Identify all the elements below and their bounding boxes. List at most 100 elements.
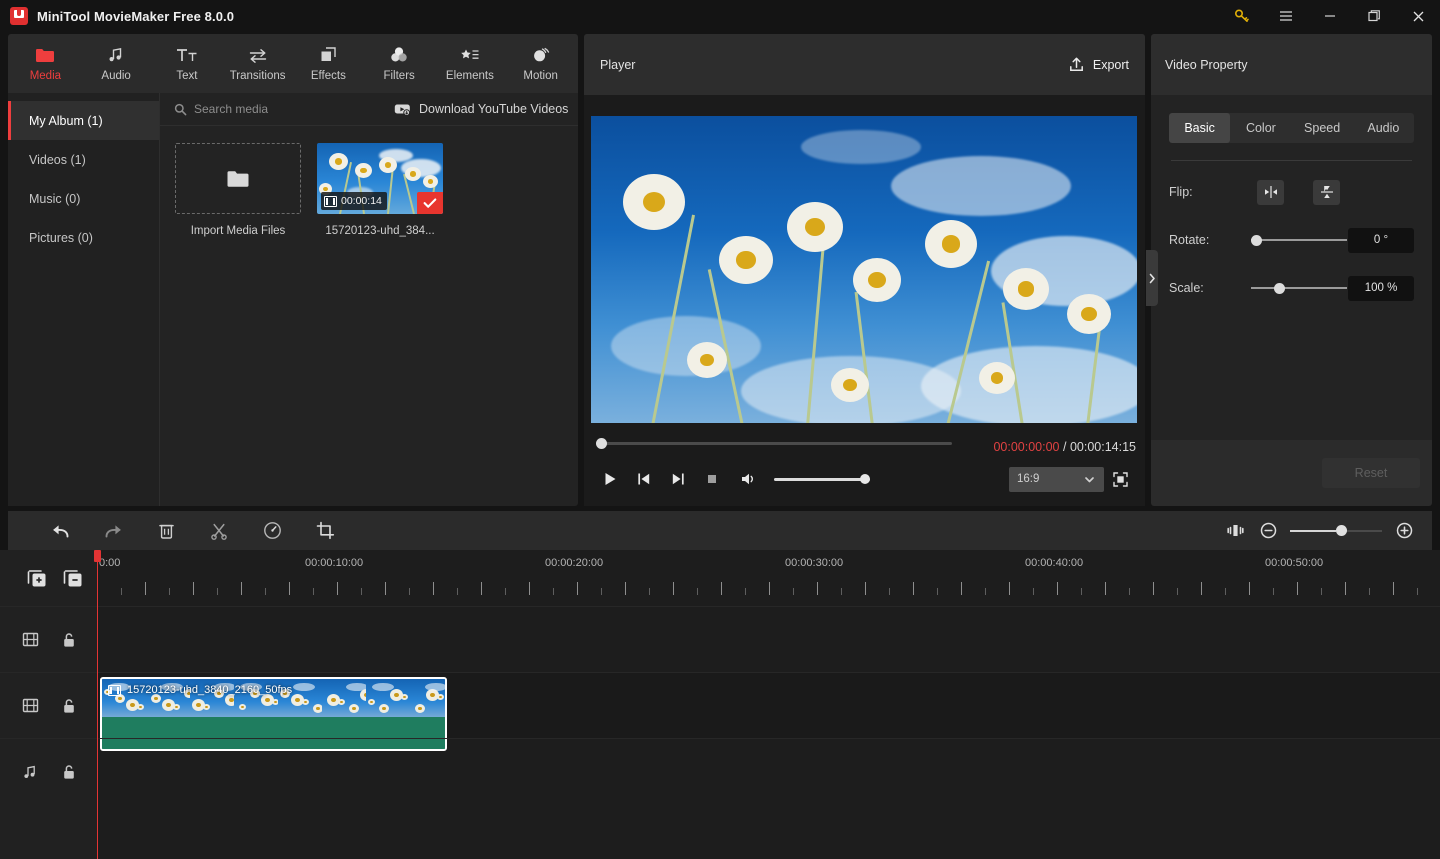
- key-icon[interactable]: [1220, 0, 1264, 32]
- fit-to-window-icon[interactable]: [1224, 520, 1246, 542]
- close-icon[interactable]: [1396, 0, 1440, 32]
- undo-button[interactable]: [40, 516, 80, 546]
- tab-audio[interactable]: Audio: [81, 34, 152, 93]
- download-youtube-button[interactable]: Download YouTube Videos: [394, 102, 568, 116]
- tab-text[interactable]: Text: [152, 34, 223, 93]
- tab-motion[interactable]: Motion: [505, 34, 576, 93]
- clip-title: 15720123-uhd_3840_2160_50fps: [108, 684, 292, 696]
- add-track-icon[interactable]: [27, 569, 47, 588]
- ruler-tick: [1033, 588, 1034, 595]
- scale-value[interactable]: 100 %: [1348, 275, 1414, 301]
- timeline-ruler[interactable]: 0:00 00:00:10:00 00:00:20:00 00:00:30:00…: [97, 550, 1440, 606]
- tab-color[interactable]: Color: [1230, 113, 1291, 143]
- volume-icon[interactable]: [731, 464, 765, 494]
- album-list: My Album (1) Videos (1) Music (0) Pictur…: [8, 93, 160, 506]
- timeline-zoom-slider[interactable]: [1290, 524, 1382, 538]
- rotate-value[interactable]: 0 °: [1348, 227, 1414, 253]
- timeline-track-video-1[interactable]: [97, 606, 1440, 672]
- remove-track-icon[interactable]: [63, 569, 83, 588]
- flip-label: Flip:: [1169, 185, 1193, 199]
- import-media-cell: Import Media Files: [175, 143, 301, 237]
- ruler-tick: [241, 582, 242, 595]
- stop-button[interactable]: [695, 464, 729, 494]
- search-input[interactable]: Search media: [160, 102, 390, 116]
- ruler-label: 00:00:20:00: [545, 557, 604, 569]
- player-panel: Player Export 00:00:00:00 / 00:00:14:15 …: [584, 34, 1145, 506]
- rotate-handle[interactable]: [1251, 234, 1262, 246]
- property-title: Video Property: [1165, 57, 1248, 72]
- ruler-label: 00:00:30:00: [785, 557, 844, 569]
- playhead-handle[interactable]: [94, 550, 101, 562]
- tab-filters[interactable]: Filters: [364, 34, 435, 93]
- playhead[interactable]: [94, 550, 101, 859]
- zoom-handle[interactable]: [1336, 525, 1347, 536]
- seek-bar[interactable]: [596, 436, 952, 450]
- crop-button[interactable]: [305, 516, 345, 546]
- speed-button[interactable]: [252, 516, 292, 546]
- play-button[interactable]: [593, 464, 627, 494]
- tab-transitions[interactable]: Transitions: [222, 34, 293, 93]
- flip-row: Flip:: [1169, 175, 1414, 209]
- volume-handle[interactable]: [860, 474, 870, 484]
- preview-image: [591, 116, 1137, 423]
- unlock-icon[interactable]: [60, 632, 78, 648]
- zoom-out-button[interactable]: [1257, 520, 1279, 542]
- album-item-pictures[interactable]: Pictures (0): [8, 218, 159, 257]
- ruler-tick: [961, 582, 962, 595]
- ruler-tick: [409, 588, 410, 595]
- timeline-body[interactable]: 0:00 00:00:10:00 00:00:20:00 00:00:30:00…: [94, 550, 1440, 859]
- panel-collapse-handle[interactable]: [1146, 250, 1158, 306]
- ruler-tick: [1345, 582, 1346, 595]
- ruler-tick: [1393, 582, 1394, 595]
- timeline-track-audio-1[interactable]: [97, 738, 1440, 804]
- flip-horizontal-icon[interactable]: [1257, 179, 1284, 205]
- flip-vertical-icon[interactable]: [1313, 179, 1340, 205]
- ruler-label: 00:00:50:00: [1265, 557, 1324, 569]
- next-frame-button[interactable]: [661, 464, 695, 494]
- split-button[interactable]: [199, 516, 239, 546]
- export-button[interactable]: Export: [1068, 56, 1129, 73]
- hamburger-menu-icon[interactable]: [1264, 0, 1308, 32]
- scale-slider[interactable]: [1251, 281, 1347, 295]
- zoom-in-button[interactable]: [1393, 520, 1415, 542]
- rotate-slider[interactable]: [1251, 233, 1347, 247]
- title-bar: MiniTool MovieMaker Free 8.0.0: [0, 0, 1440, 32]
- video-preview[interactable]: [591, 116, 1137, 423]
- album-label: Music (0): [29, 191, 81, 206]
- maximize-icon[interactable]: [1352, 0, 1396, 32]
- album-item-my-album[interactable]: My Album (1): [8, 101, 159, 140]
- thumbnail-cloud: [425, 683, 445, 691]
- ruler-tick: [937, 588, 938, 595]
- tab-label: Effects: [310, 70, 346, 82]
- delete-button[interactable]: [146, 516, 186, 546]
- tab-media[interactable]: Media: [10, 34, 81, 93]
- scale-handle[interactable]: [1274, 282, 1285, 294]
- ruler-tick: [817, 582, 818, 595]
- tab-speed[interactable]: Speed: [1292, 113, 1353, 143]
- reset-button[interactable]: Reset: [1322, 458, 1420, 488]
- selected-check-icon[interactable]: [417, 192, 443, 214]
- tab-basic[interactable]: Basic: [1169, 113, 1231, 143]
- minimize-icon[interactable]: [1308, 0, 1352, 32]
- tab-effects[interactable]: Effects: [293, 34, 364, 93]
- volume-slider[interactable]: [774, 473, 870, 485]
- time-separator: /: [1062, 440, 1067, 454]
- previous-frame-button[interactable]: [627, 464, 661, 494]
- seek-handle[interactable]: [596, 437, 607, 449]
- tab-elements[interactable]: Elements: [435, 34, 506, 93]
- import-media-button[interactable]: [175, 143, 301, 214]
- track-headers: [0, 550, 97, 859]
- media-thumbnail[interactable]: 00:00:14: [317, 143, 443, 214]
- album-item-videos[interactable]: Videos (1): [8, 140, 159, 179]
- top-nav-tabs: Media Audio Text Transitions Effects Fil…: [8, 34, 578, 93]
- timeline-track-video-2[interactable]: 15720123-uhd_3840_2160_50fps: [97, 672, 1440, 751]
- unlock-icon[interactable]: [60, 764, 78, 780]
- aspect-ratio-select[interactable]: 16:9: [1009, 466, 1104, 492]
- album-item-music[interactable]: Music (0): [8, 179, 159, 218]
- unlock-icon[interactable]: [60, 698, 78, 714]
- redo-button[interactable]: [93, 516, 133, 546]
- tab-audio[interactable]: Audio: [1353, 113, 1414, 143]
- ruler-tick: [1177, 588, 1178, 595]
- fullscreen-button[interactable]: [1104, 465, 1136, 493]
- property-body: Basic Color Speed Audio Flip: Rotate: 0 …: [1151, 95, 1432, 440]
